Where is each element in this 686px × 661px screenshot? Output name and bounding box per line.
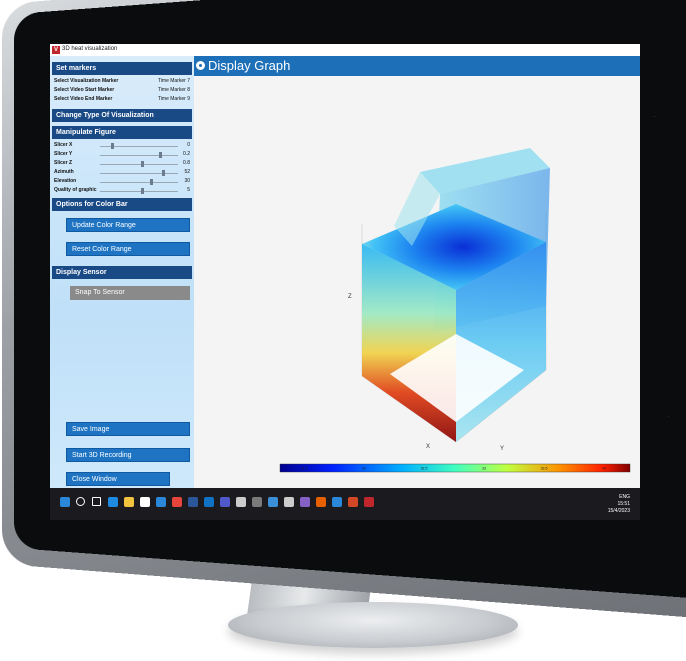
slider-value: 52 bbox=[184, 169, 190, 175]
marker-select[interactable]: Time Marker 7 bbox=[158, 78, 190, 84]
colorbar-tick-label: 34 bbox=[602, 467, 606, 471]
color-bar-header: Options for Color Bar bbox=[52, 198, 192, 211]
app-icon-2[interactable] bbox=[268, 497, 278, 507]
app-icon-1[interactable] bbox=[252, 497, 262, 507]
slider-thumb[interactable] bbox=[158, 152, 162, 158]
axis-label-x: X bbox=[426, 444, 430, 450]
update-color-range-button[interactable]: Update Color Range bbox=[66, 218, 190, 232]
plot-area[interactable]: Z X Y 31.5 32 32.5 33 33.5 34 bbox=[194, 76, 640, 488]
slider-label: Slicer Z bbox=[54, 160, 73, 166]
colorbar-tick-label: 32.5 bbox=[421, 467, 428, 471]
app-icon-3[interactable] bbox=[332, 497, 342, 507]
mail-icon[interactable] bbox=[156, 497, 166, 507]
bullet-icon bbox=[196, 61, 205, 70]
marker-row-visualization[interactable]: Select Visualization Marker Time Marker … bbox=[54, 78, 190, 86]
window-title: 3D heat visualization bbox=[62, 46, 118, 52]
visual-studio-icon[interactable] bbox=[300, 497, 310, 507]
teams-icon[interactable] bbox=[220, 497, 230, 507]
windows-start-icon[interactable] bbox=[60, 497, 70, 507]
display-sensor-header: Display Sensor bbox=[52, 266, 192, 279]
outlook-icon[interactable] bbox=[204, 497, 214, 507]
colorbar-tick-label: 33.5 bbox=[541, 467, 548, 471]
settings-icon[interactable] bbox=[284, 497, 294, 507]
slider-label: Slicer Y bbox=[54, 151, 73, 157]
slider-row[interactable]: Slicer Z 0.8 bbox=[54, 160, 190, 168]
slider-row[interactable]: Quality of graphic 5 bbox=[54, 187, 190, 195]
slider-value: 0.2 bbox=[183, 151, 190, 157]
slider-thumb[interactable] bbox=[149, 179, 153, 185]
screen: V 3D heat visualization Set markers Sele… bbox=[50, 44, 640, 520]
slider-value: 0.8 bbox=[183, 160, 190, 166]
word-icon[interactable] bbox=[188, 497, 198, 507]
terminal-icon[interactable] bbox=[236, 497, 246, 507]
slider-thumb[interactable] bbox=[161, 170, 165, 176]
firefox-icon[interactable] bbox=[316, 497, 326, 507]
edge-icon[interactable] bbox=[108, 497, 118, 507]
store-icon[interactable] bbox=[140, 497, 150, 507]
clock-time: 15:51 bbox=[617, 501, 630, 507]
marker-select[interactable]: Time Marker 8 bbox=[158, 87, 190, 93]
reset-color-range-button[interactable]: Reset Color Range bbox=[66, 242, 190, 256]
slider-value: 0 bbox=[187, 142, 190, 148]
slider-row[interactable]: Elevation 30 bbox=[54, 178, 190, 186]
colorbar-tick-label: 31.5 bbox=[301, 467, 308, 471]
snap-to-sensor-button[interactable]: Snap To Sensor bbox=[70, 286, 190, 300]
axis-label-y: Y bbox=[500, 446, 504, 452]
save-image-button[interactable]: Save Image bbox=[66, 422, 190, 436]
3d-slice-plot[interactable]: Z X Y 31.5 32 32.5 33 33.5 34 bbox=[194, 76, 640, 488]
monitor-stand-base bbox=[228, 602, 518, 648]
marker-label: Select Video Start Marker bbox=[54, 87, 115, 93]
colorbar bbox=[279, 463, 631, 473]
powerpoint-icon[interactable] bbox=[348, 497, 358, 507]
clock-date: 15/4/2023 bbox=[607, 508, 630, 514]
slider-track[interactable] bbox=[100, 182, 178, 183]
slider-label: Slicer X bbox=[54, 142, 73, 148]
display-graph-header: Display Graph bbox=[194, 56, 640, 76]
chrome-icon[interactable] bbox=[172, 497, 182, 507]
slider-thumb[interactable] bbox=[111, 143, 115, 149]
task-view-icon[interactable] bbox=[92, 497, 101, 506]
start-3d-recording-button[interactable]: Start 3D Recording bbox=[66, 448, 190, 462]
slider-value: 5 bbox=[187, 187, 190, 193]
slider-track[interactable] bbox=[100, 155, 178, 156]
slider-row[interactable]: Slicer X 0 bbox=[54, 142, 190, 150]
colorbar-tick-label: 32 bbox=[362, 467, 366, 471]
slider-row[interactable]: Azimuth 52 bbox=[54, 169, 190, 177]
colorbar-tick-label: 33 bbox=[482, 467, 486, 471]
slider-thumb[interactable] bbox=[141, 161, 145, 167]
marker-label: Select Visualization Marker bbox=[54, 78, 119, 84]
marker-label: Select Video End Marker bbox=[54, 96, 113, 102]
slider-label: Elevation bbox=[54, 178, 77, 184]
search-icon[interactable] bbox=[76, 497, 85, 506]
slider-label: Quality of graphic bbox=[54, 187, 97, 193]
taskbar-clock[interactable]: ENG 15:51 15/4/2023 bbox=[608, 494, 630, 515]
axis-label-z: Z bbox=[348, 294, 352, 300]
marker-select[interactable]: Time Marker 9 bbox=[158, 96, 190, 102]
matlab-icon[interactable] bbox=[364, 497, 374, 507]
marker-row-video-end[interactable]: Select Video End Marker Time Marker 9 bbox=[54, 96, 190, 104]
slider-track[interactable] bbox=[100, 164, 178, 165]
slider-track[interactable] bbox=[100, 191, 178, 192]
display-graph-title: Display Graph bbox=[208, 58, 291, 73]
taskbar: ENG 15:51 15/4/2023 bbox=[50, 488, 640, 520]
marker-row-video-start[interactable]: Select Video Start Marker Time Marker 8 bbox=[54, 87, 190, 95]
slider-value: 30 bbox=[184, 178, 190, 184]
clock-lang: ENG bbox=[619, 494, 630, 500]
file-explorer-icon[interactable] bbox=[124, 497, 134, 507]
slider-label: Azimuth bbox=[54, 169, 74, 175]
manipulate-figure-header: Manipulate Figure bbox=[52, 126, 192, 139]
slider-row[interactable]: Slicer Y 0.2 bbox=[54, 151, 190, 159]
app-logo-icon: V bbox=[52, 46, 60, 54]
slider-track[interactable] bbox=[100, 173, 178, 174]
set-markers-header: Set markers bbox=[52, 62, 192, 75]
close-window-button[interactable]: Close Window bbox=[66, 472, 170, 486]
sidebar: Set markers Select Visualization Marker … bbox=[50, 56, 194, 488]
slider-thumb[interactable] bbox=[141, 188, 145, 194]
change-type-header[interactable]: Change Type Of Visualization bbox=[52, 109, 192, 122]
